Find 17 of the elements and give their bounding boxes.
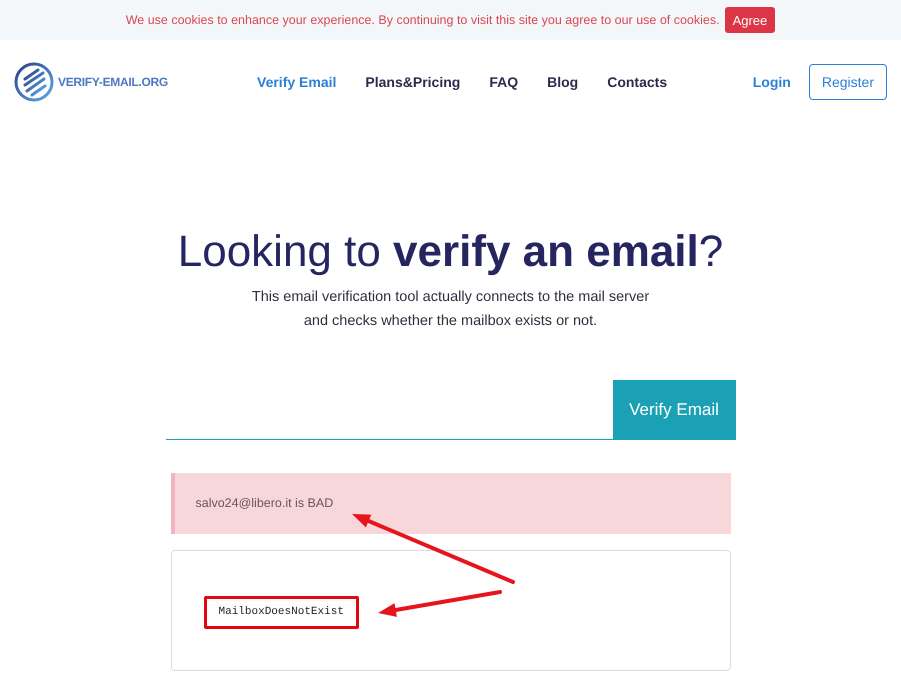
logo-text: VERIFY-EMAIL.ORG (58, 74, 168, 91)
alert-message: salvo24@libero.it is BAD (196, 495, 334, 512)
register-button[interactable]: Register (808, 64, 887, 100)
cookie-message: We use cookies to enhance your experience. By continuing to visit this site you agree to our use of cookies. (126, 12, 720, 29)
nav-link[interactable]: Contacts (607, 72, 668, 92)
status-code: MailboxDoesNotExist (218, 605, 344, 620)
hero-subtitle: This email verification tool actually connects to the mail server (252, 288, 650, 307)
nav-link[interactable]: Blog (547, 72, 578, 92)
hero-heading: Looking to verify an email? (178, 226, 724, 278)
verify-email-button[interactable]: Verify Email (612, 380, 736, 440)
logo-icon (14, 62, 54, 102)
nav-link[interactable]: Verify Email (257, 72, 336, 92)
login-link[interactable]: Login (752, 72, 791, 92)
nav-link[interactable]: Plans&Pricing (365, 72, 460, 92)
nav-link[interactable]: FAQ (489, 72, 518, 92)
agree-button[interactable]: Agree (724, 7, 776, 33)
hero-subtitle: and checks whether the mailbox exists or not. (304, 312, 598, 331)
